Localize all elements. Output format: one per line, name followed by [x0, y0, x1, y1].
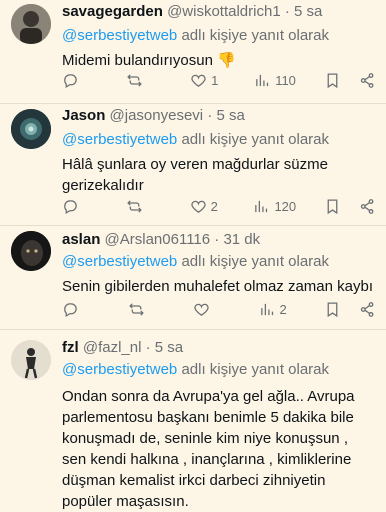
reply-suffix: adlı kişiye yanıt olarak	[181, 361, 330, 378]
like-count: 2	[210, 198, 218, 214]
tweet-text: Midemi bulandırıyosun 👎	[62, 52, 236, 69]
mention-link[interactable]: @serbestiyetweb	[62, 253, 177, 270]
display-name[interactable]: aslan	[62, 231, 100, 248]
share-icon[interactable]	[359, 72, 376, 89]
display-name[interactable]: fzl	[62, 339, 79, 356]
timestamp[interactable]: · 5 sa	[146, 339, 184, 356]
heart-icon	[194, 303, 209, 316]
action-bar: 2 120	[62, 196, 376, 216]
views-icon	[260, 303, 273, 315]
timestamp[interactable]: · 5 sa	[285, 3, 323, 20]
reply-icon	[64, 199, 77, 214]
user-handle[interactable]: @fazl_nl	[83, 339, 142, 356]
retweet-button[interactable]	[128, 301, 164, 318]
retweet-icon	[127, 199, 142, 213]
reply-suffix: adlı kişiye yanıt olarak	[181, 131, 330, 148]
user-handle[interactable]: @wiskottaldrich1	[167, 3, 281, 20]
timestamp[interactable]: · 31 dk	[214, 231, 260, 248]
action-bar: 2	[62, 299, 376, 319]
bookmark-icon[interactable]	[324, 198, 341, 215]
mention-link[interactable]: @serbestiyetweb	[62, 27, 177, 44]
avatar[interactable]	[11, 231, 51, 271]
mention-link[interactable]: @serbestiyetweb	[62, 131, 177, 148]
views-button[interactable]: 120	[253, 198, 296, 215]
reply-suffix: adlı kişiye yanıt olarak	[181, 253, 330, 270]
tweet[interactable]: fzl @fazl_nl · 5 sa @serbestiyetweb adlı…	[0, 330, 386, 510]
like-count: 1	[211, 72, 219, 88]
reply-suffix: adlı kişiye yanıt olarak	[181, 27, 330, 44]
like-button[interactable]: 1	[190, 72, 226, 89]
bookmark-icon[interactable]	[324, 72, 341, 89]
share-icon[interactable]	[359, 301, 376, 318]
retweet-icon	[128, 302, 144, 316]
mention-link[interactable]: @serbestiyetweb	[62, 361, 177, 378]
user-handle[interactable]: @Arslan061116	[105, 231, 211, 248]
view-count: 2	[279, 301, 287, 317]
retweet-icon	[127, 73, 142, 87]
tweet-text: Hâlâ şunlara oy veren mağdurlar süzme ge…	[62, 156, 328, 194]
like-button[interactable]: 2	[190, 198, 226, 215]
reply-context: @serbestiyetweb adlı kişiye yanıt olarak	[62, 26, 376, 46]
reply-button[interactable]	[62, 198, 98, 215]
heart-icon	[190, 200, 206, 213]
timestamp[interactable]: · 5 sa	[207, 107, 245, 124]
retweet-button[interactable]	[126, 198, 162, 215]
tweet-header: savagegarden @wiskottaldrich1 · 5 sa	[62, 2, 376, 22]
action-bar: 1 110	[62, 70, 376, 90]
reply-context: @serbestiyetweb adlı kişiye yanıt olarak	[62, 130, 376, 150]
reply-context: @serbestiyetweb adlı kişiye yanıt olarak	[62, 360, 376, 380]
avatar[interactable]	[11, 340, 51, 380]
views-icon	[256, 74, 269, 86]
reply-button[interactable]	[62, 301, 98, 318]
reply-context: @serbestiyetweb adlı kişiye yanıt olarak	[62, 252, 376, 272]
views-icon	[255, 200, 268, 212]
tweet[interactable]: Jason @jasonyesevi · 5 sa @serbestiyetwe…	[0, 104, 386, 226]
tweet-text: Senin gibilerden muhalefet olmaz zaman k…	[62, 278, 374, 295]
bookmark-icon[interactable]	[324, 301, 341, 318]
reply-button[interactable]	[62, 72, 98, 89]
share-icon[interactable]	[359, 198, 376, 215]
tweet-text: Ondan sonra da Avrupa'ya gel ağla.. Avru…	[62, 388, 355, 510]
reply-icon	[64, 73, 77, 88]
user-handle[interactable]: @jasonyesevi	[110, 107, 204, 124]
view-count: 110	[275, 72, 296, 88]
display-name[interactable]: Jason	[62, 107, 105, 124]
avatar[interactable]	[11, 109, 51, 149]
heart-icon	[191, 74, 206, 87]
views-button[interactable]: 2	[259, 301, 295, 318]
tweet[interactable]: aslan @Arslan061116 · 31 dk @serbestiyet…	[0, 226, 386, 330]
view-count: 120	[274, 198, 297, 214]
tweet-header: Jason @jasonyesevi · 5 sa	[62, 106, 376, 126]
tweet-header: fzl @fazl_nl · 5 sa	[62, 338, 376, 358]
tweet[interactable]: savagegarden @wiskottaldrich1 · 5 sa @se…	[0, 0, 386, 104]
reply-icon	[64, 302, 77, 317]
avatar[interactable]	[11, 4, 51, 44]
views-button[interactable]: 110	[254, 72, 296, 89]
retweet-button[interactable]	[126, 72, 162, 89]
tweet-header: aslan @Arslan061116 · 31 dk	[62, 230, 376, 250]
like-button[interactable]	[193, 301, 229, 318]
display-name[interactable]: savagegarden	[62, 3, 163, 20]
